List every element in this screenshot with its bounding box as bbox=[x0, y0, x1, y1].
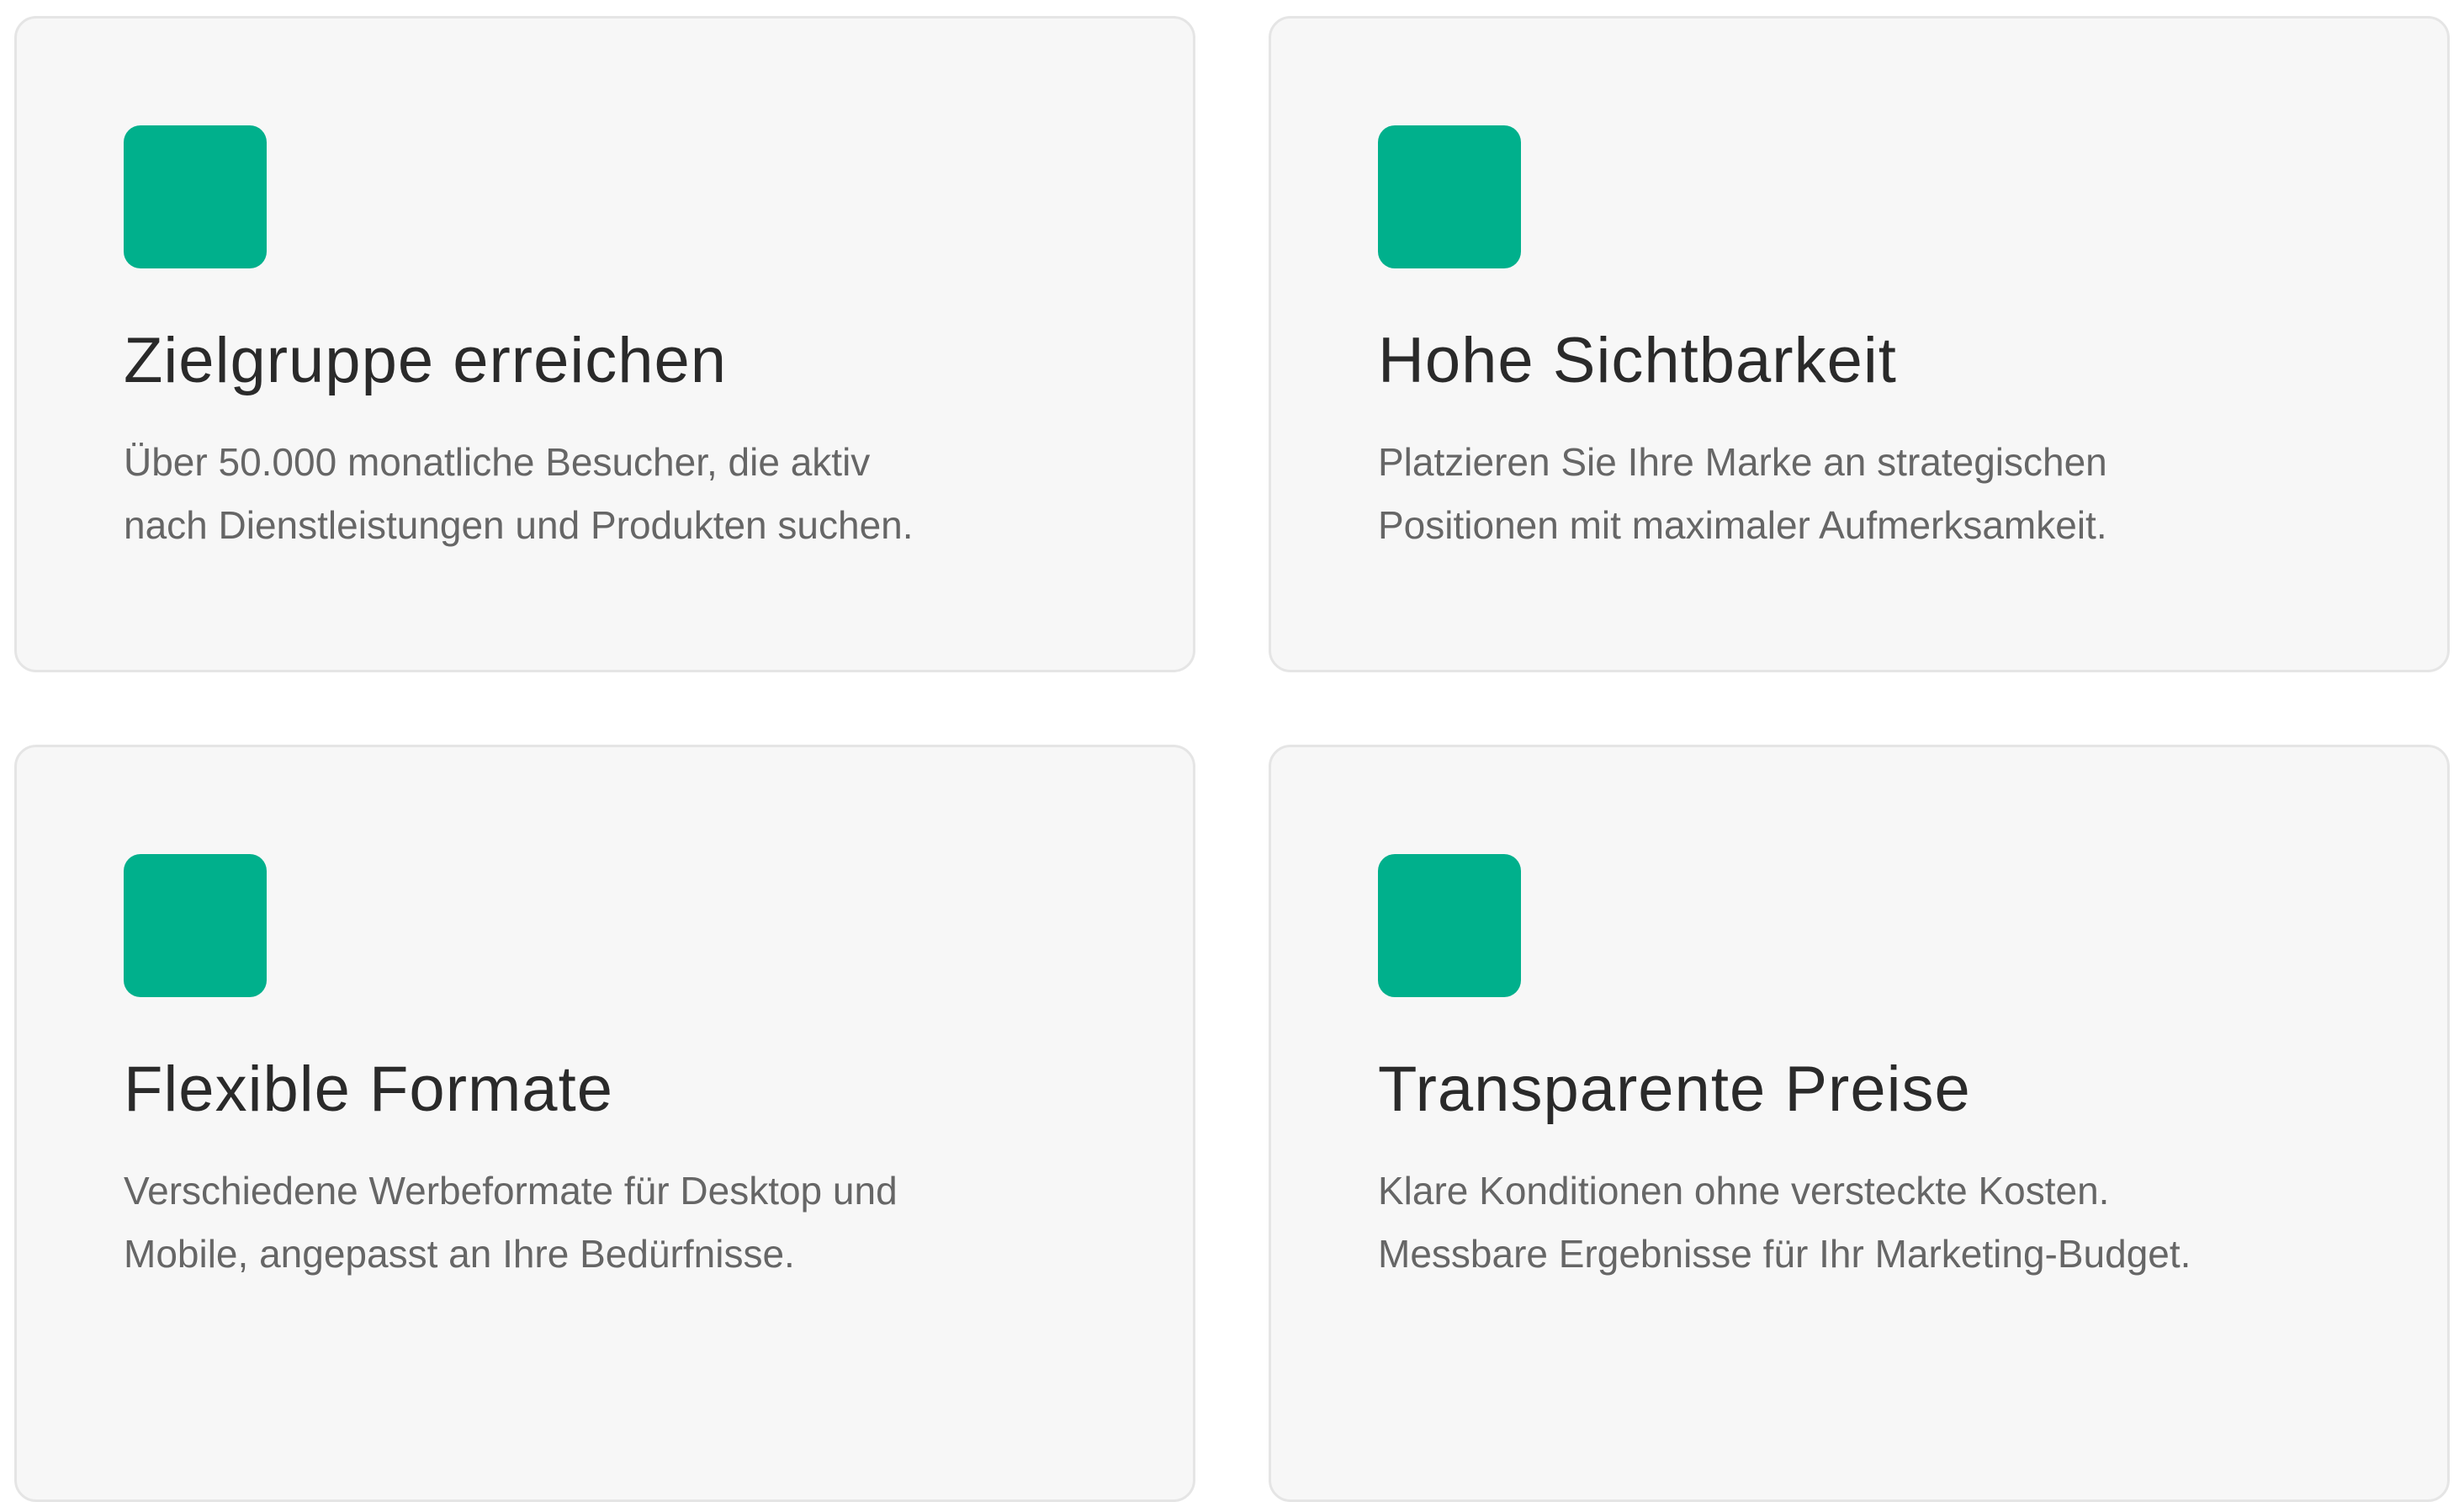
feature-description-line: Klare Konditionen ohne versteckte Kosten… bbox=[1378, 1169, 2110, 1213]
feature-title: Zielgruppe erreichen bbox=[124, 325, 728, 396]
feature-description: Klare Konditionen ohne versteckte Kosten… bbox=[1378, 1160, 2261, 1286]
feature-description-line: Positionen mit maximaler Aufmerksamkeit. bbox=[1378, 503, 2107, 548]
feature-description-line: Verschiedene Werbeformate für Desktop un… bbox=[124, 1169, 898, 1213]
feature-icon bbox=[1378, 854, 1521, 997]
feature-description: Über 50.000 monatliche Besucher, die akt… bbox=[124, 431, 1007, 557]
feature-card-formate: Flexible Formate Verschiedene Werbeforma… bbox=[14, 745, 1195, 1502]
feature-card-preise: Transparente Preise Klare Konditionen oh… bbox=[1269, 745, 2450, 1502]
feature-description-line: Über 50.000 monatliche Besucher, die akt… bbox=[124, 440, 871, 485]
feature-description: Platzieren Sie Ihre Marke an strategisch… bbox=[1378, 431, 2261, 557]
feature-icon bbox=[1378, 125, 1521, 268]
feature-icon bbox=[124, 854, 267, 997]
feature-title: Flexible Formate bbox=[124, 1054, 613, 1125]
feature-description-line: Platzieren Sie Ihre Marke an strategisch… bbox=[1378, 440, 2107, 485]
feature-card-sichtbarkeit: Hohe Sichtbarkeit Platzieren Sie Ihre Ma… bbox=[1269, 16, 2450, 672]
feature-description-line: nach Dienstleistungen und Produkten such… bbox=[124, 503, 914, 548]
feature-icon bbox=[124, 125, 267, 268]
feature-card-zielgruppe: Zielgruppe erreichen Über 50.000 monatli… bbox=[14, 16, 1195, 672]
feature-description: Verschiedene Werbeformate für Desktop un… bbox=[124, 1160, 1007, 1286]
feature-grid: Zielgruppe erreichen Über 50.000 monatli… bbox=[14, 16, 2451, 1502]
feature-title: Transparente Preise bbox=[1378, 1054, 1971, 1125]
feature-description-line: Messbare Ergebnisse für Ihr Marketing-Bu… bbox=[1378, 1232, 2191, 1276]
feature-title: Hohe Sichtbarkeit bbox=[1378, 325, 1897, 396]
feature-description-line: Mobile, angepasst an Ihre Bedürfnisse. bbox=[124, 1232, 795, 1276]
